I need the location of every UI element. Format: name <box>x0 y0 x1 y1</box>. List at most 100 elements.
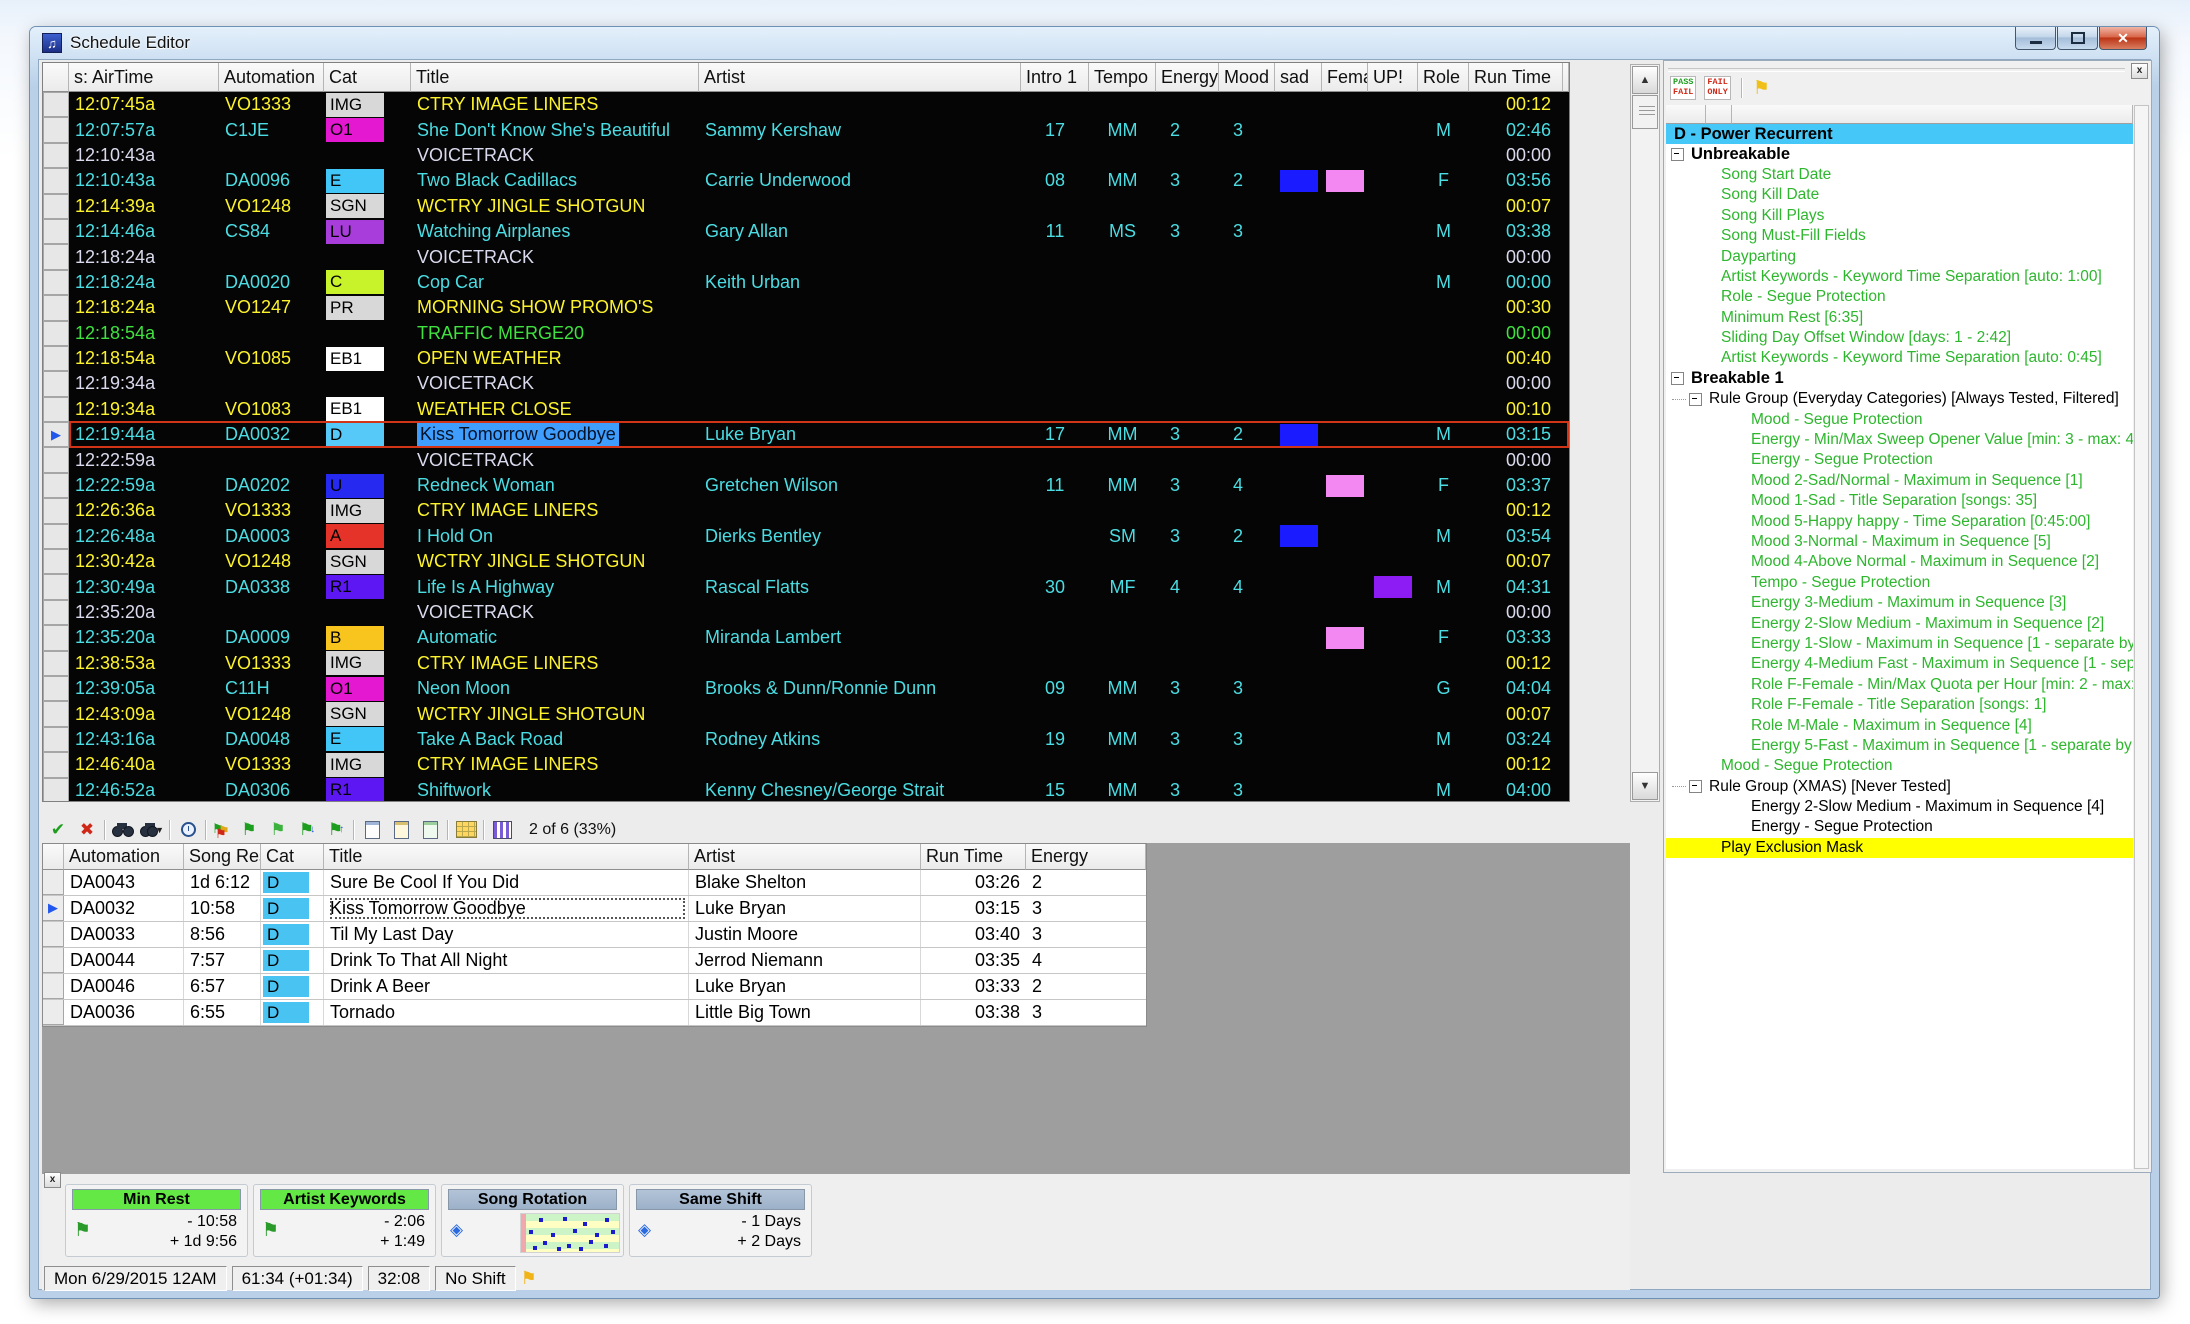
cell-energy[interactable]: 3 <box>1156 168 1219 193</box>
rule-item[interactable]: Mood - Segue Protection <box>1666 409 2133 429</box>
cell-category[interactable]: D <box>261 974 324 999</box>
cell-energy[interactable] <box>1156 143 1219 168</box>
cell-intro[interactable] <box>1021 524 1089 549</box>
cell-female[interactable] <box>1322 371 1368 396</box>
row-selector[interactable] <box>43 117 69 142</box>
cell-role[interactable] <box>1418 447 1469 472</box>
cell-automation[interactable] <box>219 600 324 625</box>
cell-up[interactable] <box>1368 346 1418 371</box>
cell-category[interactable]: C <box>324 270 411 295</box>
cell-up[interactable] <box>1368 194 1418 219</box>
cell-airtime[interactable]: 12:22:59a <box>69 447 219 472</box>
find-next-icon[interactable]: ▼ <box>140 819 164 841</box>
cell-role[interactable] <box>1418 321 1469 346</box>
cell-runtime[interactable]: 00:07 <box>1469 194 1563 219</box>
cell-sad[interactable] <box>1275 270 1322 295</box>
rule-item[interactable]: Sliding Day Offset Window [days: 1 - 2:4… <box>1666 328 2133 348</box>
cell-tempo[interactable]: MM <box>1089 117 1156 142</box>
cell-up[interactable] <box>1368 143 1418 168</box>
row-selector[interactable] <box>43 948 64 973</box>
edit-song-icon[interactable] <box>389 819 413 841</box>
cell-automation[interactable] <box>219 447 324 472</box>
cell-female[interactable] <box>1322 549 1368 574</box>
cell-artist[interactable] <box>699 651 1021 676</box>
cell-category[interactable]: D <box>261 922 324 947</box>
cell-sad[interactable] <box>1275 346 1322 371</box>
cell-female[interactable] <box>1322 92 1368 117</box>
cell-up[interactable] <box>1368 219 1418 244</box>
cell-mood[interactable] <box>1219 651 1275 676</box>
cell-artist[interactable] <box>699 701 1021 726</box>
cell-artist[interactable]: Kenny Chesney/George Strait <box>699 778 1021 802</box>
cell-category[interactable]: IMG <box>324 498 411 523</box>
column-header-runtime[interactable]: Run Time <box>1469 63 1563 92</box>
cell-category[interactable] <box>324 244 411 269</box>
cell-runtime[interactable]: 03:33 <box>1469 625 1563 650</box>
cell-female[interactable] <box>1322 625 1368 650</box>
row-selector[interactable] <box>43 244 69 269</box>
cell-female[interactable] <box>1322 397 1368 422</box>
scroll-thumb[interactable] <box>1632 95 1658 129</box>
cell-female[interactable] <box>1322 143 1368 168</box>
cell-category[interactable]: SGN <box>324 194 411 219</box>
cell-sad[interactable] <box>1275 117 1322 142</box>
cell-runtime[interactable]: 00:00 <box>1469 270 1563 295</box>
cell-automation[interactable]: DA0009 <box>219 625 324 650</box>
schedule-row[interactable]: 12:26:36aVO1333IMGCTRY IMAGE LINERS00:12 <box>43 498 1569 523</box>
cell-category[interactable]: IMG <box>324 752 411 777</box>
cell-automation[interactable]: DA0202 <box>219 473 324 498</box>
row-selector[interactable] <box>43 625 69 650</box>
cell-automation[interactable]: VO1247 <box>219 295 324 320</box>
cell-up[interactable] <box>1368 651 1418 676</box>
cell-tempo[interactable]: MS <box>1089 219 1156 244</box>
cell-title[interactable]: VOICETRACK <box>411 447 699 472</box>
replacement-row[interactable]: ▶DA003210:58DKiss Tomorrow GoodbyeLuke B… <box>43 896 1146 922</box>
cell-automation[interactable]: VO1085 <box>219 346 324 371</box>
cell-artist[interactable] <box>699 295 1021 320</box>
cell-energy[interactable] <box>1156 447 1219 472</box>
cell-female[interactable] <box>1322 727 1368 752</box>
column-header-runtime[interactable]: Run Time <box>921 844 1026 870</box>
cell-energy[interactable] <box>1156 321 1219 346</box>
cell-category[interactable] <box>324 143 411 168</box>
cell-category[interactable] <box>324 447 411 472</box>
cell-category[interactable]: EB1 <box>324 397 411 422</box>
cell-airtime[interactable]: 12:26:48a <box>69 524 219 549</box>
cell-artist[interactable] <box>699 397 1021 422</box>
column-header-artist[interactable]: Artist <box>699 63 1021 92</box>
cell-female[interactable] <box>1322 422 1368 447</box>
column-header-cat[interactable]: Cat <box>261 844 324 870</box>
cell-tempo[interactable] <box>1089 752 1156 777</box>
cell-energy[interactable]: 3 <box>1156 676 1219 701</box>
cell-airtime[interactable]: 12:35:20a <box>69 600 219 625</box>
cell-artist[interactable]: Dierks Bentley <box>699 524 1021 549</box>
cell-tempo[interactable] <box>1089 651 1156 676</box>
cell-runtime[interactable]: 03:38 <box>921 1000 1026 1025</box>
cell-sad[interactable] <box>1275 625 1322 650</box>
schedule-row[interactable]: 12:10:43aVOICETRACK00:00 <box>43 143 1569 168</box>
cell-automation[interactable] <box>219 371 324 396</box>
cell-up[interactable] <box>1368 524 1418 549</box>
cell-role[interactable]: M <box>1418 727 1469 752</box>
cell-role[interactable]: M <box>1418 574 1469 599</box>
cell-title[interactable]: Kiss Tomorrow Goodbye <box>411 422 699 447</box>
cell-energy[interactable] <box>1156 371 1219 396</box>
cell-airtime[interactable]: 12:43:16a <box>69 727 219 752</box>
schedule-row[interactable]: 12:43:16aDA0048ETake A Back RoadRodney A… <box>43 727 1569 752</box>
cell-runtime[interactable]: 03:56 <box>1469 168 1563 193</box>
cell-intro[interactable] <box>1021 625 1089 650</box>
cell-tempo[interactable] <box>1089 295 1156 320</box>
rule-item[interactable]: Role F-Female - Title Separation [songs:… <box>1666 695 2133 715</box>
cell-airtime[interactable]: 12:46:40a <box>69 752 219 777</box>
cell-title[interactable]: Til My Last Day <box>324 922 689 947</box>
row-selector[interactable] <box>43 498 69 523</box>
maximize-button[interactable] <box>2057 27 2098 50</box>
rule-item[interactable]: Role F-Female - Min/Max Quota per Hour [… <box>1666 675 2133 695</box>
cell-energy[interactable]: 3 <box>1156 422 1219 447</box>
cell-artist[interactable]: Gary Allan <box>699 219 1021 244</box>
collapse-icon[interactable] <box>1689 393 1702 406</box>
column-header-automation[interactable]: Automation <box>219 63 324 92</box>
cell-energy[interactable]: 3 <box>1156 473 1219 498</box>
cell-role[interactable]: G <box>1418 676 1469 701</box>
schedule-row[interactable]: 12:07:57aC1JEO1She Don't Know She's Beau… <box>43 117 1569 142</box>
